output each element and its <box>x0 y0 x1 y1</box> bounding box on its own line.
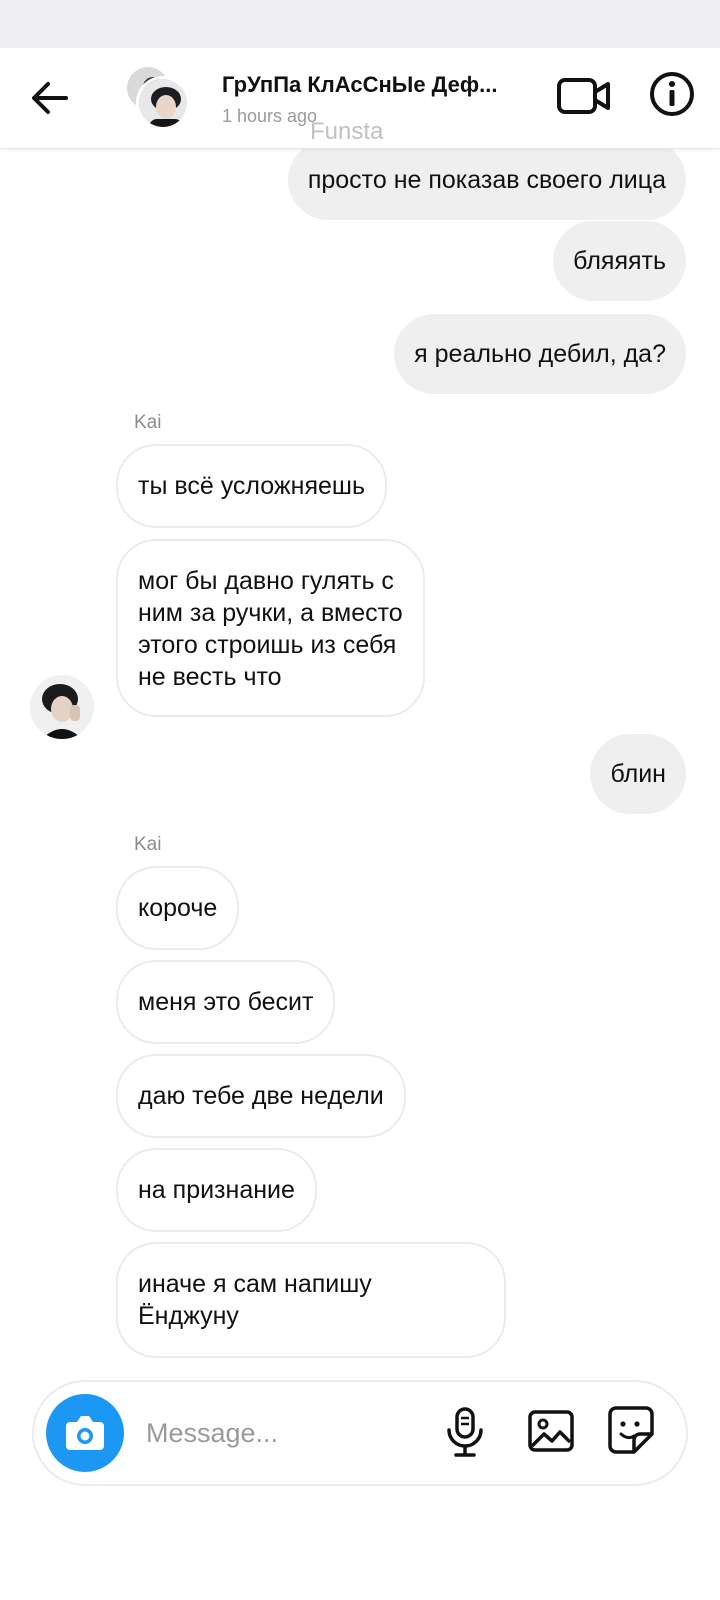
message-text: даю тебе две недели <box>138 1082 384 1110</box>
message-composer <box>32 1380 688 1486</box>
message-input[interactable] <box>144 1410 428 1456</box>
video-camera-icon <box>557 78 610 114</box>
group-avatar-front <box>136 76 190 130</box>
group-avatar[interactable] <box>124 64 196 134</box>
message-line: ним за ручки, а вместо <box>138 599 403 627</box>
message-text: короче <box>138 894 218 922</box>
message-line: мог бы давно гулять с <box>138 567 394 595</box>
chat-title[interactable]: ГрУпПа КлАсСнЫе Деф... <box>222 72 497 98</box>
message-text: блин <box>610 760 666 788</box>
arrow-left-icon <box>32 82 68 114</box>
message-line: Ёнджуну <box>138 1302 239 1330</box>
voice-message-button[interactable] <box>442 1406 488 1458</box>
gallery-button[interactable] <box>526 1406 576 1456</box>
incoming-message[interactable]: мог бы давно гулять с ним за ручки, а вм… <box>116 539 425 717</box>
sticker-icon <box>608 1406 654 1454</box>
message-text: бляяять <box>573 247 666 275</box>
watermark: Funsta <box>310 118 384 145</box>
message-line: иначе я сам напишу <box>138 1270 372 1298</box>
camera-icon <box>66 1416 104 1450</box>
back-button[interactable] <box>28 78 72 118</box>
message-text: я реально дебил, да? <box>414 340 666 368</box>
info-icon <box>650 72 694 116</box>
message-text: просто не показав своего лица <box>307 166 666 194</box>
image-icon <box>528 1410 574 1452</box>
outgoing-message[interactable]: просто не показав своего лица <box>287 148 686 220</box>
incoming-message[interactable]: ты всё усложняешь <box>116 444 387 528</box>
info-button[interactable] <box>648 70 696 118</box>
incoming-message[interactable]: даю тебе две недели <box>116 1054 406 1138</box>
sticker-button[interactable] <box>606 1404 656 1456</box>
last-active-status: 1 hours ago <box>222 106 318 126</box>
video-call-button[interactable] <box>556 74 612 118</box>
incoming-message[interactable]: иначе я сам напишу Ёнджуну <box>116 1242 506 1358</box>
chat-header: ГрУпПа КлАсСнЫе Деф... 1 hours ago Funst… <box>0 48 720 149</box>
message-line: этого строишь из себя <box>138 631 397 659</box>
message-text: на признание <box>138 1176 295 1204</box>
sender-name: Kai <box>134 412 162 433</box>
microphone-icon <box>447 1407 483 1457</box>
outgoing-message[interactable]: я реально дебил, да? <box>394 314 686 394</box>
outgoing-message[interactable]: бляяять <box>553 221 686 301</box>
message-line: не весть что <box>138 663 282 691</box>
sender-avatar[interactable] <box>30 675 94 739</box>
sender-name: Kai <box>134 834 162 855</box>
incoming-message[interactable]: на признание <box>116 1148 317 1232</box>
incoming-message[interactable]: короче <box>116 866 240 950</box>
camera-button[interactable] <box>46 1394 124 1472</box>
status-bar <box>0 0 720 48</box>
message-list[interactable]: просто не показав своего лица бляяять я … <box>0 148 720 1360</box>
message-text: меня это бесит <box>138 988 314 1016</box>
message-text: ты всё усложняешь <box>138 472 365 500</box>
outgoing-message[interactable]: блин <box>590 734 686 814</box>
incoming-message[interactable]: меня это бесит <box>116 960 336 1044</box>
